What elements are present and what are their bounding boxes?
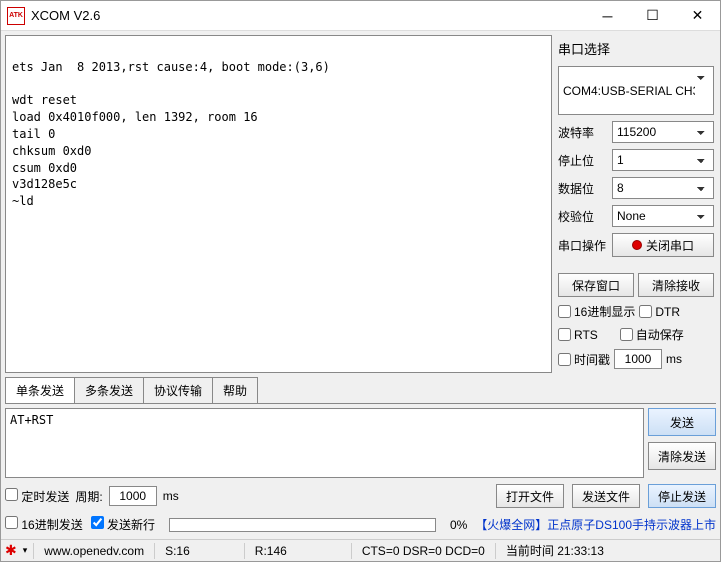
tab-help[interactable]: 帮助 bbox=[212, 377, 258, 403]
titlebar: ATK XCOM V2.6 ─ ☐ ✕ bbox=[1, 1, 720, 31]
send-tabs: 单条发送 多条发送 协议传输 帮助 bbox=[5, 377, 716, 404]
hex-send-check[interactable]: 16进制发送 bbox=[5, 516, 83, 533]
promo-link[interactable]: 【火爆全网】正点原子DS100手持示波器上市 bbox=[475, 516, 716, 533]
window-title: XCOM V2.6 bbox=[31, 8, 585, 23]
upper-pane: ets Jan 8 2013,rst cause:4, boot mode:(3… bbox=[5, 35, 716, 373]
port-op-label: 串口操作 bbox=[558, 237, 608, 254]
baud-label: 波特率 bbox=[558, 124, 608, 141]
status-bar: ✱ ▾ www.openedv.com S:16 R:146 CTS=0 DSR… bbox=[1, 539, 720, 561]
baud-select[interactable]: 115200 bbox=[612, 121, 714, 143]
autosave-check[interactable]: 自动保存 bbox=[620, 326, 684, 343]
stop-send-button[interactable]: 停止发送 bbox=[648, 484, 716, 508]
stop-bits-label: 停止位 bbox=[558, 152, 608, 169]
timestamp-interval-input[interactable] bbox=[614, 349, 662, 369]
options-row-1: 定时发送 周期: ms 打开文件 发送文件 停止发送 bbox=[5, 482, 716, 510]
hex-display-check[interactable]: 16进制显示 bbox=[558, 303, 635, 320]
status-sent: S:16 bbox=[161, 544, 194, 558]
ms-label: ms bbox=[666, 352, 682, 366]
timed-send-check[interactable]: 定时发送 bbox=[5, 488, 69, 505]
status-recv: R:146 bbox=[251, 544, 291, 558]
rts-check[interactable]: RTS bbox=[558, 328, 598, 342]
send-input[interactable]: AT+RST bbox=[5, 408, 644, 478]
console-output[interactable]: ets Jan 8 2013,rst cause:4, boot mode:(3… bbox=[5, 35, 552, 373]
port-select-heading: 串口选择 bbox=[558, 39, 714, 58]
record-icon bbox=[632, 240, 642, 250]
app-logo-icon: ATK bbox=[7, 7, 25, 25]
gear-dropdown-icon[interactable]: ▾ bbox=[23, 545, 28, 556]
timestamp-check[interactable]: 时间戳 bbox=[558, 351, 610, 368]
options-row-2: 16进制发送 发送新行 0% 【火爆全网】正点原子DS100手持示波器上市 bbox=[5, 514, 716, 535]
data-bits-select[interactable]: 8 bbox=[612, 177, 714, 199]
content-area: ets Jan 8 2013,rst cause:4, boot mode:(3… bbox=[1, 31, 720, 539]
parity-select[interactable]: None bbox=[612, 205, 714, 227]
clear-send-button[interactable]: 清除发送 bbox=[648, 442, 716, 470]
tab-multi-send[interactable]: 多条发送 bbox=[74, 377, 144, 403]
send-button[interactable]: 发送 bbox=[648, 408, 716, 436]
save-window-button[interactable]: 保存窗口 bbox=[558, 273, 634, 297]
parity-label: 校验位 bbox=[558, 208, 608, 225]
close-port-button[interactable]: 关闭串口 bbox=[612, 233, 714, 257]
period-label: 周期: bbox=[75, 488, 102, 505]
side-panel: 串口选择 COM4:USB-SERIAL CH340 波特率 115200 停止… bbox=[556, 35, 716, 373]
period-input[interactable] bbox=[109, 486, 157, 506]
stop-bits-select[interactable]: 1 bbox=[612, 149, 714, 171]
progress-bar bbox=[169, 518, 436, 532]
dtr-check[interactable]: DTR bbox=[639, 305, 680, 319]
gear-icon[interactable]: ✱ bbox=[5, 542, 17, 559]
status-line: CTS=0 DSR=0 DCD=0 bbox=[358, 544, 489, 558]
send-file-button[interactable]: 发送文件 bbox=[572, 484, 640, 508]
port-select[interactable]: COM4:USB-SERIAL CH340 bbox=[558, 66, 714, 115]
tab-protocol[interactable]: 协议传输 bbox=[143, 377, 213, 403]
send-newline-check[interactable]: 发送新行 bbox=[91, 516, 155, 533]
maximize-button[interactable]: ☐ bbox=[630, 1, 675, 31]
progress-percent: 0% bbox=[450, 518, 467, 532]
clear-receive-button[interactable]: 清除接收 bbox=[638, 273, 714, 297]
close-button[interactable]: ✕ bbox=[675, 1, 720, 31]
open-file-button[interactable]: 打开文件 bbox=[496, 484, 564, 508]
minimize-button[interactable]: ─ bbox=[585, 1, 630, 31]
status-time: 当前时间 21:33:13 bbox=[502, 542, 608, 559]
period-ms-label: ms bbox=[163, 489, 179, 503]
tab-single-send[interactable]: 单条发送 bbox=[5, 377, 75, 403]
status-url[interactable]: www.openedv.com bbox=[40, 544, 148, 558]
send-area: AT+RST 发送 清除发送 bbox=[5, 408, 716, 478]
data-bits-label: 数据位 bbox=[558, 180, 608, 197]
